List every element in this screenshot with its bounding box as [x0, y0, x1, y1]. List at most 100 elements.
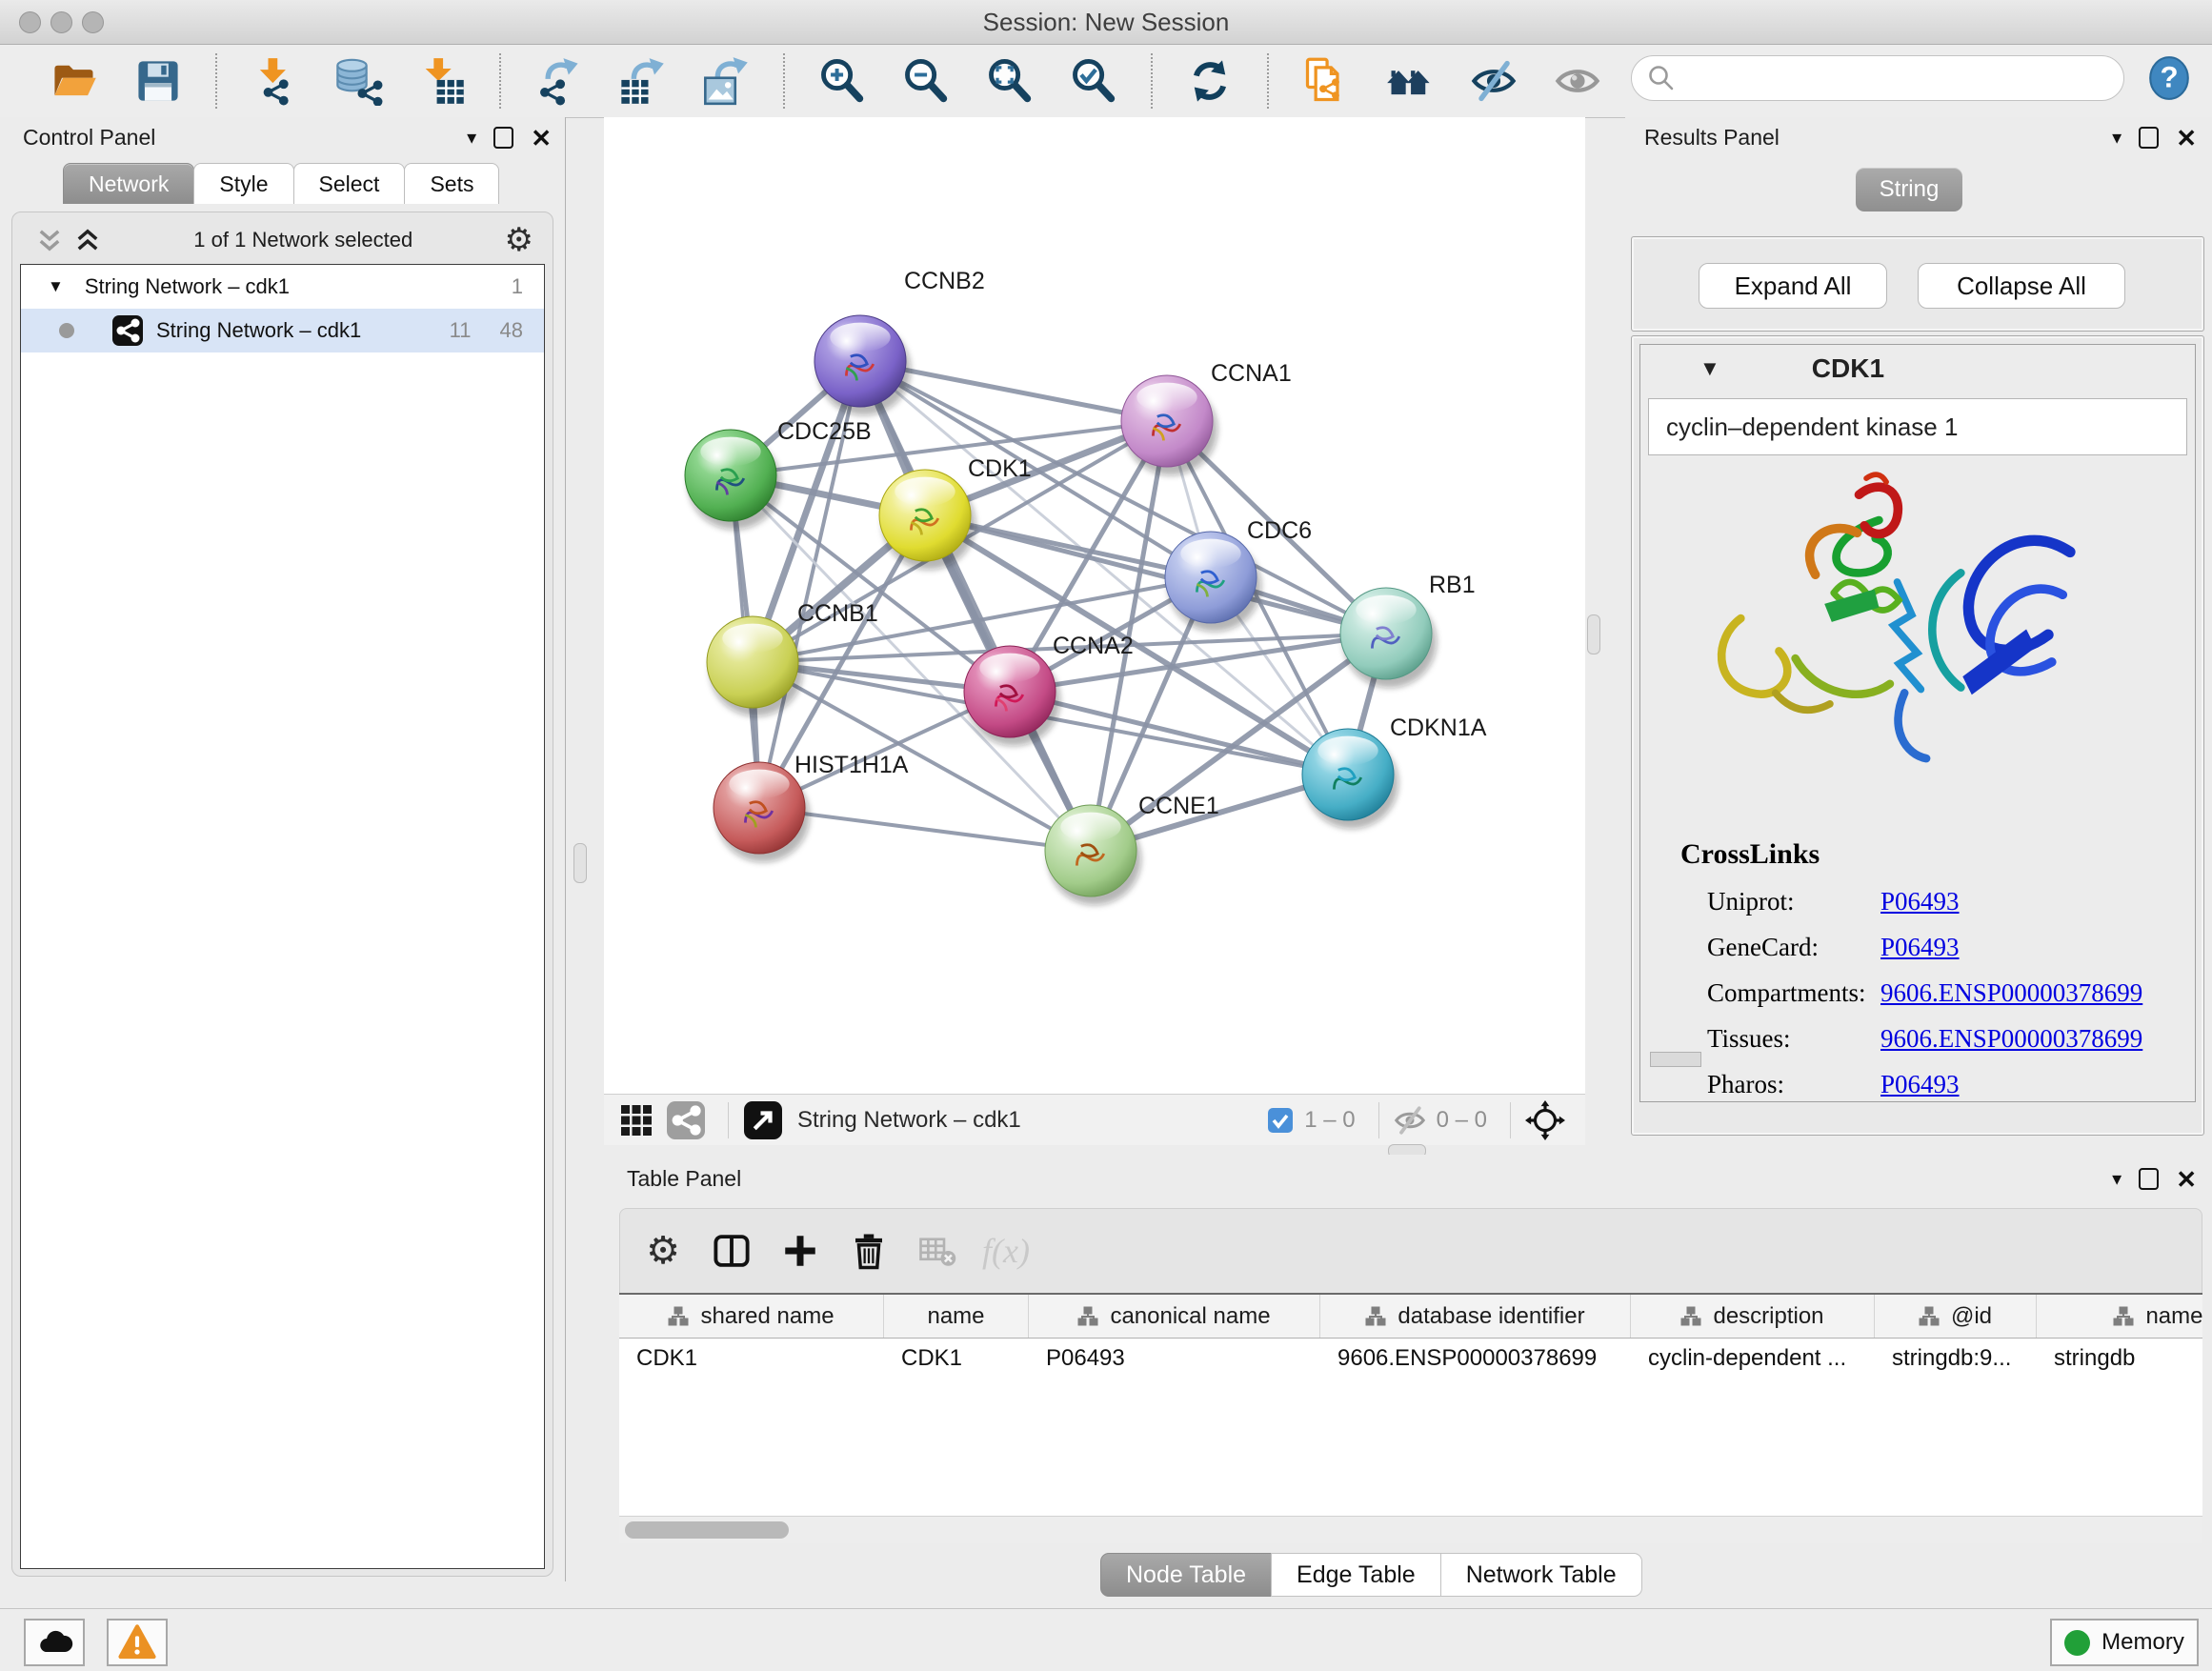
memory-button[interactable]: Memory — [2050, 1619, 2199, 1666]
results-panel-collapse-icon[interactable]: ▾ — [2112, 126, 2122, 150]
pan-crosshair-button[interactable] — [1524, 1099, 1566, 1141]
table-panel-close-icon[interactable]: ✕ — [2176, 1170, 2197, 1189]
export-network-icon — [533, 56, 583, 106]
column-header-name[interactable]: name — [884, 1295, 1029, 1338]
column-header-description[interactable]: description — [1631, 1295, 1875, 1338]
save-session-button[interactable] — [128, 50, 189, 111]
table-row[interactable]: CDK1CDK1P064939606.ENSP00000378699cyclin… — [619, 1339, 2202, 1379]
left-splitter-handle[interactable] — [573, 843, 587, 883]
warnings-button[interactable] — [107, 1619, 168, 1666]
crosslink-link[interactable]: P06493 — [1880, 887, 1960, 916]
import-network-from-database-button[interactable] — [328, 50, 389, 111]
zoom-in-button[interactable] — [812, 50, 873, 111]
collection-expander-icon[interactable]: ▼ — [48, 277, 64, 296]
search-input[interactable] — [1676, 64, 2080, 92]
tab-style[interactable]: Style — [193, 163, 293, 204]
import-table-from-file-button[interactable] — [412, 50, 473, 111]
tab-edge-table[interactable]: Edge Table — [1271, 1553, 1441, 1597]
table-cell[interactable]: stringdb:9... — [1875, 1339, 2037, 1379]
table-panel: Table Panel ▾ ✕ ⚙ — [572, 1155, 2212, 1605]
network-collection-row[interactable]: ▼ String Network – cdk1 1 — [21, 265, 544, 309]
crosslink-link[interactable]: 9606.ENSP00000378699 — [1880, 978, 2142, 1008]
hide-selected-button[interactable] — [1463, 50, 1524, 111]
results-panel-float-icon[interactable] — [2139, 127, 2159, 149]
protein-section-header[interactable]: ▼ CDK1 — [1640, 345, 2195, 393]
network-share-button[interactable] — [665, 1099, 707, 1141]
zoom-selected-icon — [1069, 56, 1118, 106]
table-cell[interactable]: cyclin-dependent ... — [1631, 1339, 1875, 1379]
tab-sets[interactable]: Sets — [404, 163, 499, 204]
import-network-from-file-button[interactable] — [244, 50, 305, 111]
main-toolbar: ? — [0, 45, 2212, 118]
tab-select[interactable]: Select — [293, 163, 406, 204]
table-hscroll-thumb[interactable] — [625, 1521, 789, 1539]
collection-count: 1 — [512, 274, 523, 299]
results-scrollbar[interactable] — [1650, 1052, 1701, 1067]
home-button[interactable] — [1379, 50, 1440, 111]
control-panel-collapse-icon[interactable]: ▾ — [467, 126, 476, 150]
table-panel-collapse-icon[interactable]: ▾ — [2112, 1167, 2122, 1191]
table-cell[interactable]: P06493 — [1029, 1339, 1320, 1379]
add-column-icon[interactable] — [773, 1223, 828, 1278]
new-network-from-selection-button[interactable] — [1296, 50, 1357, 111]
search-box[interactable] — [1631, 55, 2124, 101]
network-tree: ▼ String Network – cdk1 1 String Network… — [20, 264, 545, 1569]
birdseye-view-button[interactable] — [742, 1099, 784, 1141]
table-cell[interactable]: CDK1 — [619, 1339, 884, 1379]
crosslink-label: GeneCard: — [1707, 933, 1880, 962]
show-grid-button[interactable] — [615, 1099, 657, 1141]
tab-network[interactable]: Network — [63, 163, 194, 204]
column-header-canonical-name[interactable]: canonical name — [1029, 1295, 1320, 1338]
table-hscrollbar[interactable] — [619, 1516, 2202, 1543]
collapse-all-button[interactable]: Collapse All — [1918, 263, 2125, 309]
results-panel-close-icon[interactable]: ✕ — [2176, 129, 2197, 148]
node-label-CCNA1: CCNA1 — [1211, 360, 1292, 387]
crosslink-link[interactable]: 9606.ENSP00000378699 — [1880, 1024, 2142, 1054]
crosslink-row: Uniprot:P06493 — [1707, 878, 2176, 924]
expand-all-button[interactable]: Expand All — [1699, 263, 1887, 309]
node-count: 11 — [450, 318, 472, 343]
column-header-database-identifier[interactable]: database identifier — [1320, 1295, 1631, 1338]
node-label-CDC25B: CDC25B — [777, 418, 872, 445]
crosslink-link[interactable]: P06493 — [1880, 933, 1960, 962]
control-panel-float-icon[interactable] — [493, 127, 513, 149]
zoom-fit-button[interactable] — [979, 50, 1040, 111]
column-header-namespace[interactable]: namespace — [2037, 1295, 2202, 1338]
show-columns-icon[interactable] — [704, 1223, 759, 1278]
selected-checkbox-icon[interactable] — [1266, 1106, 1295, 1135]
table-cell[interactable]: CDK1 — [884, 1339, 1029, 1379]
export-image-button[interactable] — [695, 50, 756, 111]
help-button[interactable]: ? — [2145, 54, 2193, 102]
table-cell[interactable]: stringdb — [2037, 1339, 2202, 1379]
column-header-label: namespace — [2145, 1303, 2202, 1330]
network-canvas[interactable]: CCNB2CCNA1CDC25BCDK1CDC6RB1CCNB1CCNA2CDK… — [604, 117, 1585, 1094]
export-network-button[interactable] — [528, 50, 589, 111]
column-header-shared-name[interactable]: shared name — [619, 1295, 884, 1338]
tab-network-table[interactable]: Network Table — [1440, 1553, 1642, 1597]
zoom-selected-button[interactable] — [1063, 50, 1124, 111]
right-splitter-handle[interactable] — [1587, 614, 1600, 654]
delete-column-trash-icon[interactable] — [841, 1223, 896, 1278]
control-panel-close-icon[interactable]: ✕ — [531, 129, 552, 148]
crosslink-link[interactable]: P06493 — [1880, 1070, 1960, 1099]
network-options-gear-icon[interactable]: ⚙ — [505, 224, 533, 256]
cloud-button[interactable] — [24, 1619, 85, 1666]
table-panel-float-icon[interactable] — [2139, 1168, 2159, 1190]
apply-layout-button[interactable] — [1179, 50, 1240, 111]
table-settings-gear-icon[interactable]: ⚙ — [635, 1223, 691, 1278]
toolbar-separator — [215, 53, 217, 109]
open-file-button[interactable] — [44, 50, 105, 111]
toolbar-separator — [499, 53, 501, 109]
network-row[interactable]: String Network – cdk1 11 48 — [21, 309, 544, 352]
collapse-all-icon[interactable] — [35, 226, 64, 254]
column-header--id[interactable]: @id — [1875, 1295, 2037, 1338]
eye-icon — [1553, 56, 1602, 106]
tab-string[interactable]: String — [1856, 168, 1962, 211]
tab-node-table[interactable]: Node Table — [1100, 1553, 1272, 1597]
zoom-out-button[interactable] — [895, 50, 956, 111]
expand-all-icon[interactable] — [73, 226, 102, 254]
table-cell[interactable]: 9606.ENSP00000378699 — [1320, 1339, 1631, 1379]
column-source-icon — [1680, 1306, 1701, 1327]
export-table-button[interactable] — [612, 50, 673, 111]
protein-expander-icon[interactable]: ▼ — [1699, 356, 1720, 381]
